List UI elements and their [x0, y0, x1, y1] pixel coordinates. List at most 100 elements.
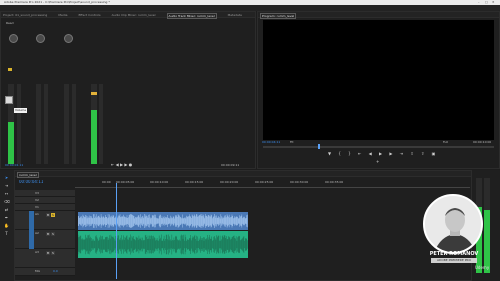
extract-icon[interactable]: ⇪ [421, 151, 427, 156]
tab-audio-track-mixer[interactable]: Audio Track Mixer: rumm_level [166, 13, 217, 19]
track-header-a3[interactable]: A3 M S [15, 249, 75, 268]
keyframe-badge [8, 68, 12, 71]
meter-level [8, 122, 14, 164]
out-point-icon[interactable]: } [348, 151, 354, 156]
channel-strip-audio-3 [61, 22, 81, 164]
presenter-role: ADOBE PREMIERE PRO [431, 258, 477, 263]
type-tool-icon[interactable]: T [4, 231, 9, 236]
pen-tool-icon[interactable]: ✒ [4, 215, 9, 220]
solo-button[interactable]: S [51, 213, 55, 217]
pan-knob[interactable] [64, 34, 73, 43]
close-icon[interactable]: ✕ [492, 1, 495, 4]
step-back-icon[interactable]: ◀ [116, 162, 119, 167]
track-header-v3[interactable]: V3 [15, 190, 75, 197]
hand-tool-icon[interactable]: ✋ [4, 223, 9, 228]
tab-metadata[interactable]: Metadata [228, 13, 242, 17]
ruler-label: 00:00:15:00 [185, 181, 204, 184]
audio-clip-a1[interactable] [78, 212, 248, 230]
program-extra-controls: + [376, 159, 379, 164]
channel-meter [36, 84, 41, 164]
step-back-icon[interactable]: ◀ [369, 151, 375, 156]
audio-clip-a2[interactable] [78, 231, 248, 258]
track-header-mix[interactable]: Mix 0.0 [15, 268, 75, 276]
mute-button[interactable]: M [46, 213, 50, 217]
ruler-label: 00:00 [102, 181, 111, 184]
presenter-name: PETER ROMANOV [429, 251, 479, 257]
solo-button[interactable]: S [51, 232, 55, 236]
ripple-edit-icon[interactable]: ↔ [4, 191, 9, 196]
mute-button[interactable]: M [46, 251, 50, 255]
step-forward-icon[interactable]: ▶ [124, 162, 127, 167]
maximize-icon[interactable]: □ [485, 1, 488, 4]
to-in-icon[interactable]: ⇤ [111, 162, 114, 167]
volume-fader-track [44, 84, 48, 164]
play-icon[interactable]: ▶ [120, 162, 123, 167]
go-to-in-icon[interactable]: ⇤ [358, 151, 364, 156]
time-ruler[interactable]: 00:00 00:00:05:00 00:00:10:00 00:00:15:0… [75, 180, 470, 188]
tab-effect-controls[interactable]: Effect Controls [79, 13, 101, 17]
track-label: Mix [35, 270, 41, 273]
track-label: A1 [35, 213, 39, 216]
channel-meter [64, 84, 69, 164]
program-scrubber[interactable] [263, 146, 494, 148]
volume-fader-track [72, 84, 76, 164]
presenter-photo [425, 196, 481, 252]
window-title: Adobe Premiere Pro 2021 - C:\Premiere Pr… [4, 1, 110, 4]
solo-button[interactable]: S [51, 251, 55, 255]
tab-program[interactable]: Program: rumm_level [260, 13, 297, 19]
mix-value[interactable]: 0.0 [53, 270, 58, 273]
tab-sequence[interactable]: rumm_level [17, 172, 39, 178]
mute-button[interactable]: M [46, 232, 50, 236]
program-playhead[interactable] [318, 144, 320, 149]
volume-fader-track [17, 84, 21, 164]
program-monitor-panel: Program: rumm_level 00:00:04:11 Fit Full… [257, 11, 500, 169]
tab-audio-clip-mixer[interactable]: Audio Clip Mixer: rumm_level [112, 13, 156, 17]
volume-fader-handle[interactable] [5, 96, 13, 104]
minimize-icon[interactable]: – [478, 1, 480, 4]
track-header-v2[interactable]: V2 [15, 197, 75, 204]
meter-peak [91, 92, 97, 95]
pan-knob[interactable] [36, 34, 45, 43]
razor-icon[interactable]: ⌫ [4, 199, 10, 204]
read-mode-label[interactable]: Read [6, 22, 26, 25]
timeline-timecode[interactable]: 00:00:04:11 [19, 180, 43, 184]
timeline-panel: rumm_level 00:00:04:11 00:00 00:00:05:00… [14, 170, 472, 281]
play-icon[interactable]: ▶ [379, 151, 385, 156]
track-header-a1[interactable]: A1 M S [15, 211, 75, 230]
in-point-icon[interactable]: { [338, 151, 344, 156]
timeline-playhead[interactable] [116, 183, 117, 279]
track-header-v1[interactable]: V1 [15, 204, 75, 211]
audio-mixer-panel: Project: 01_sound_processing Media Effec… [0, 11, 256, 169]
ruler-label: 00:00:35:00 [325, 181, 344, 184]
track-select-icon[interactable]: ⇥ [4, 183, 9, 188]
program-timecode[interactable]: 00:00:04:11 [262, 141, 280, 144]
record-icon[interactable]: ● [129, 162, 133, 167]
waveform [78, 234, 248, 255]
waveform [78, 214, 248, 228]
selection-tool-icon[interactable]: ➤ [4, 175, 9, 180]
channel-strip-audio-2 [33, 22, 53, 164]
lift-icon[interactable]: ⇧ [410, 151, 416, 156]
button-editor-icon[interactable]: + [376, 159, 379, 164]
track-header-a2[interactable]: A2 M S [15, 230, 75, 249]
quality-select[interactable]: Full [443, 141, 448, 144]
go-to-out-icon[interactable]: ⇥ [400, 151, 406, 156]
program-transport: ▼ { } ⇤ ◀ ▶ ▶ ⇥ ⇧ ⇪ ▣ [328, 151, 438, 156]
source-patch-a2[interactable] [29, 230, 34, 249]
tab-media[interactable]: Media [58, 13, 67, 17]
track-label: V3 [35, 192, 39, 195]
slip-tool-icon[interactable]: ⇄ [4, 207, 9, 212]
step-forward-icon[interactable]: ▶ [389, 151, 395, 156]
track-label: A3 [35, 251, 39, 254]
source-patch-a1[interactable] [29, 211, 34, 230]
export-frame-icon[interactable]: ▣ [432, 151, 439, 156]
ruler-label: 00:00:30:00 [290, 181, 309, 184]
fit-select[interactable]: Fit [290, 141, 294, 144]
mixer-timecode[interactable]: 00:00:01:11 [5, 164, 23, 167]
marker-icon[interactable]: ▼ [328, 151, 334, 156]
ruler-label: 00:00:10:00 [150, 181, 169, 184]
tab-project[interactable]: Project: 01_sound_processing [3, 13, 47, 17]
track-label: V1 [35, 206, 39, 209]
pan-knob[interactable] [9, 34, 18, 43]
program-video-frame [263, 20, 494, 140]
